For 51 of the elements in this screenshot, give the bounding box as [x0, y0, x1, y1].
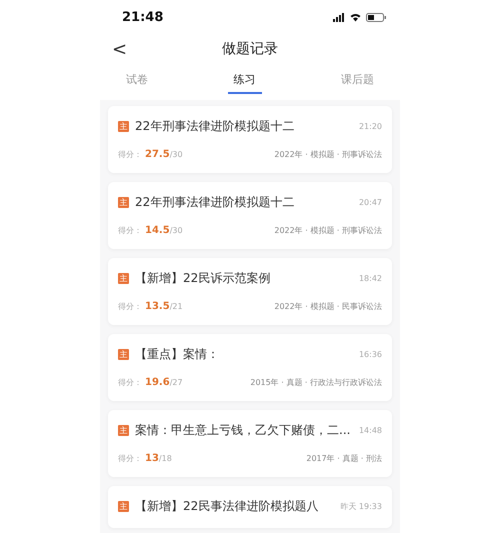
record-time: 昨天 19:33 — [340, 501, 382, 512]
score-total: /30 — [170, 226, 183, 235]
record-meta: 2015年 · 真题 · 行政法与行政诉讼法 — [250, 377, 382, 388]
record-meta: 2022年 · 模拟题 · 刑事诉讼法 — [274, 225, 382, 236]
record-card[interactable]: 主 22年刑事法律进阶模拟题十二 21:20 得分： 27.5/30 2022年 · 模拟题 · 刑事诉讼法 — [108, 106, 392, 173]
signal-icon — [333, 12, 345, 22]
score-label: 得分： — [118, 301, 142, 312]
score-total: /30 — [170, 150, 183, 159]
record-time: 16:36 — [358, 350, 382, 359]
record-title: 22年刑事法律进阶模拟题十二 — [135, 118, 296, 135]
record-time: 18:42 — [358, 274, 382, 283]
subject-badge: 主 — [118, 349, 129, 360]
subject-badge: 主 — [118, 197, 129, 208]
record-title: 【重点】案情： — [135, 346, 220, 363]
score-total: /18 — [158, 454, 172, 463]
page-title: 做题记录 — [222, 40, 278, 58]
record-time: 20:47 — [358, 198, 382, 207]
record-title: 【新增】22民诉示范案例 — [135, 270, 272, 287]
subject-badge: 主 — [118, 425, 129, 436]
score-value: 13 — [145, 453, 159, 464]
subject-badge: 主 — [118, 273, 129, 284]
score-label: 得分： — [118, 149, 142, 160]
battery-icon — [366, 12, 386, 22]
record-card[interactable]: 主 【新增】22民诉示范案例 18:42 得分： 13.5/21 2022年 · 模拟题 · 民事诉讼法 — [108, 258, 392, 325]
record-title: 案情：甲生意上亏钱，乙欠下赌债，二... — [135, 422, 352, 439]
score-label: 得分： — [118, 453, 142, 464]
record-time: 21:20 — [358, 122, 382, 131]
score-value: 19.6 — [145, 377, 170, 388]
record-card[interactable]: 主 【新增】22民事法律进阶模拟题八 昨天 19:33 — [108, 486, 392, 528]
subject-badge: 主 — [118, 501, 129, 512]
record-time: 14:48 — [358, 426, 382, 435]
wifi-icon — [350, 12, 361, 22]
subject-badge: 主 — [118, 121, 129, 132]
record-meta: 2022年 · 模拟题 · 刑事诉讼法 — [274, 149, 382, 160]
status-time: 21:48 — [122, 10, 164, 24]
score-value: 13.5 — [145, 301, 170, 312]
score-total: /27 — [170, 378, 183, 387]
score-value: 27.5 — [145, 149, 170, 160]
score-value: 14.5 — [145, 225, 170, 236]
record-title: 【新增】22民事法律进阶模拟题八 — [135, 498, 320, 515]
record-card[interactable]: 主 22年刑事法律进阶模拟题十二 20:47 得分： 14.5/30 2022年 · 模拟题 · 刑事诉讼法 — [108, 182, 392, 249]
record-meta: 2017年 · 真题 · 刑法 — [306, 453, 382, 464]
record-card[interactable]: 主 案情：甲生意上亏钱，乙欠下赌债，二... 14:48 得分： 13/18 2017年 · 真题 · 刑法 — [108, 410, 392, 477]
record-title: 22年刑事法律进阶模拟题十二 — [135, 194, 296, 211]
tab[interactable]: 练习 — [228, 70, 262, 94]
record-card[interactable]: 主 【重点】案情： 16:36 得分： 19.6/27 2015年 · 真题 · 行政法与行政诉讼法 — [108, 334, 392, 401]
back-button[interactable]: < — [108, 38, 132, 60]
score-label: 得分： — [118, 377, 142, 388]
score-label: 得分： — [118, 225, 142, 236]
score-total: /21 — [170, 302, 183, 311]
record-meta: 2022年 · 模拟题 · 民事诉讼法 — [274, 301, 382, 312]
